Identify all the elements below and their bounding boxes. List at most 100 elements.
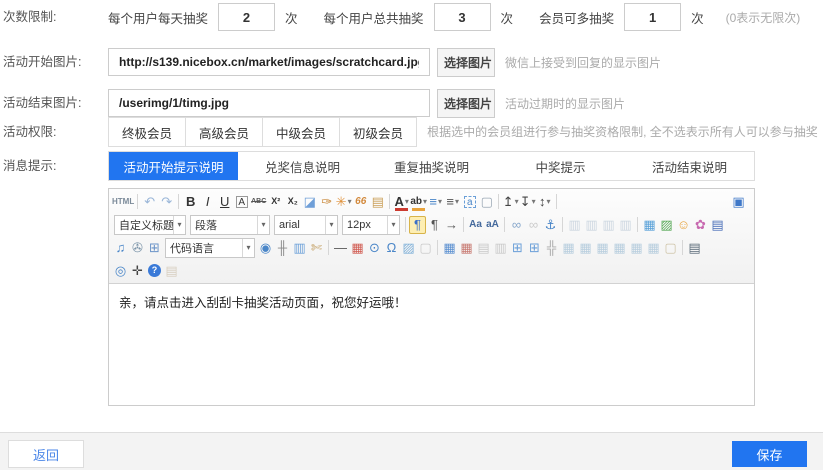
- member-option-1[interactable]: 终极会员: [108, 117, 186, 147]
- image-upload-icon[interactable]: ▦: [641, 216, 658, 234]
- unlink-icon[interactable]: ∞: [525, 216, 542, 234]
- auto-typeset-icon[interactable]: ✳▾: [335, 193, 352, 211]
- back-button[interactable]: 返回: [8, 440, 84, 468]
- help-icon[interactable]: ?: [146, 262, 163, 280]
- member-option-2[interactable]: 高级会员: [185, 117, 263, 147]
- text-anchor-icon[interactable]: ⚓: [542, 216, 559, 234]
- image-align-left-icon[interactable]: ▥: [566, 216, 583, 234]
- unordered-list-icon[interactable]: ≡▾: [444, 193, 461, 211]
- delete-col-icon[interactable]: ▦: [611, 239, 628, 257]
- font-color-icon[interactable]: A▾: [393, 193, 410, 211]
- font-family-select[interactable]: arial▾: [274, 215, 338, 235]
- paste-icon[interactable]: ▤: [163, 262, 180, 280]
- blockquote-icon[interactable]: 66: [352, 193, 369, 211]
- strikethrough-icon[interactable]: ABC: [250, 193, 267, 211]
- search-replace-icon[interactable]: ✛: [129, 262, 146, 280]
- map-icon[interactable]: ◉: [257, 239, 274, 257]
- paragraph-spacing-bottom-icon[interactable]: ↧▾: [519, 193, 536, 211]
- end-image-input[interactable]: [108, 89, 430, 117]
- insert-image-icon[interactable]: ▨: [658, 216, 675, 234]
- paragraph-spacing-top-icon[interactable]: ↥▾: [502, 193, 519, 211]
- image-align-center-icon[interactable]: ▥: [583, 216, 600, 234]
- delete-row-icon[interactable]: ▦: [594, 239, 611, 257]
- editor-content-area[interactable]: 亲，请点击进入刮刮卡抽奖活动页面，祝您好运哦！: [109, 284, 754, 405]
- page-break-icon[interactable]: ╫: [274, 239, 291, 257]
- start-image-pick-button[interactable]: 选择图片: [437, 48, 495, 77]
- message-tab-4[interactable]: 中奖提示: [496, 152, 625, 180]
- comment-icon[interactable]: ▢: [417, 239, 434, 257]
- paragraph-select[interactable]: 段落▾: [190, 215, 270, 235]
- font-size-select[interactable]: 12px▾: [342, 215, 400, 235]
- underline-icon[interactable]: U: [216, 193, 233, 211]
- member-extra-input[interactable]: [624, 3, 681, 31]
- split-cell-icon[interactable]: ╬: [543, 239, 560, 257]
- paste-word-icon[interactable]: ▤: [369, 193, 386, 211]
- member-option-4[interactable]: 初级会员: [339, 117, 417, 147]
- date-icon[interactable]: ▦: [349, 239, 366, 257]
- subscript-icon[interactable]: X₂: [284, 193, 301, 211]
- preview-icon[interactable]: ◎: [112, 262, 129, 280]
- clear-doc-icon[interactable]: ▢: [478, 193, 495, 211]
- to-uppercase-icon[interactable]: Aa: [467, 216, 484, 234]
- superscript-icon[interactable]: X²: [267, 193, 284, 211]
- message-tab-1[interactable]: 活动开始提示说明: [109, 152, 238, 180]
- fullscreen-icon[interactable]: ▣: [730, 193, 747, 211]
- format-painter-icon[interactable]: ✑: [318, 193, 335, 211]
- insert-frame-icon[interactable]: ⊞: [146, 239, 163, 257]
- merge-right-icon[interactable]: ▦: [560, 239, 577, 257]
- insert-table-icon[interactable]: ▦: [441, 239, 458, 257]
- code-language-select[interactable]: 代码语言▾: [165, 238, 255, 258]
- custom-title-select[interactable]: 自定义标题▾: [114, 215, 186, 235]
- line-height-icon[interactable]: ↕▾: [536, 193, 553, 211]
- word-image-icon[interactable]: ▨: [400, 239, 417, 257]
- message-tab-5[interactable]: 活动结束说明: [625, 152, 754, 180]
- undo-icon[interactable]: ↶: [141, 193, 158, 211]
- message-tab-3[interactable]: 重复抽奖说明: [367, 152, 496, 180]
- merge-cells-icon[interactable]: ▥: [492, 239, 509, 257]
- delete-table-icon[interactable]: ▦: [458, 239, 475, 257]
- image-align-none-icon[interactable]: ▥: [617, 216, 634, 234]
- screenshot-icon[interactable]: ✄: [308, 239, 325, 257]
- remove-format-icon[interactable]: ◪: [301, 193, 318, 211]
- redo-icon[interactable]: ↷: [158, 193, 175, 211]
- italic-icon[interactable]: I: [199, 193, 216, 211]
- split-col-icon[interactable]: ▦: [645, 239, 662, 257]
- emotion-icon[interactable]: ☺: [675, 216, 692, 234]
- split-row-icon[interactable]: ▦: [628, 239, 645, 257]
- horizontal-rule-icon[interactable]: —: [332, 239, 349, 257]
- to-lowercase-icon[interactable]: aA: [484, 216, 501, 234]
- link-icon[interactable]: ∞: [508, 216, 525, 234]
- table-title-icon[interactable]: ▤: [475, 239, 492, 257]
- scrawl-icon[interactable]: ✿: [692, 216, 709, 234]
- music-icon[interactable]: ♫: [112, 239, 129, 257]
- time-icon[interactable]: ⊙: [366, 239, 383, 257]
- merge-down-icon[interactable]: ▦: [577, 239, 594, 257]
- ordered-list-icon[interactable]: ≡▾: [427, 193, 444, 211]
- toolbar-row-1: HTML↶↷BIUAABCX²X₂◪✑✳▾66▤A▾ab▾≡▾≡▾a▢↥▾↧▾↕…: [109, 190, 754, 213]
- template-icon[interactable]: ▢: [662, 239, 679, 257]
- rtl-paragraph-icon[interactable]: ¶: [426, 216, 443, 234]
- highlight-color-icon[interactable]: ab▾: [410, 193, 427, 211]
- per-day-input[interactable]: [218, 3, 275, 31]
- video-icon[interactable]: ▤: [709, 216, 726, 234]
- member-option-3[interactable]: 中级会员: [262, 117, 340, 147]
- columns-icon[interactable]: ▥: [291, 239, 308, 257]
- message-tab-2[interactable]: 兑奖信息说明: [238, 152, 367, 180]
- insert-row-icon[interactable]: ⊞: [509, 239, 526, 257]
- anchor-icon[interactable]: a: [461, 193, 478, 211]
- attachment-icon[interactable]: ✇: [129, 239, 146, 257]
- end-image-pick-button[interactable]: 选择图片: [437, 89, 495, 118]
- ltr-paragraph-icon[interactable]: ¶: [409, 216, 426, 234]
- total-input[interactable]: [434, 3, 491, 31]
- html-source-icon[interactable]: HTML: [112, 193, 134, 211]
- print-icon[interactable]: ▤: [686, 239, 703, 257]
- limit-hint: (0表示无限次): [726, 9, 801, 26]
- bold-icon[interactable]: B: [182, 193, 199, 211]
- indent-icon[interactable]: →: [443, 216, 460, 234]
- start-image-input[interactable]: [108, 48, 430, 76]
- insert-col-icon[interactable]: ⊞: [526, 239, 543, 257]
- special-chars-icon[interactable]: Ω: [383, 239, 400, 257]
- save-button[interactable]: 保存: [732, 441, 807, 467]
- font-border-icon[interactable]: A: [233, 193, 250, 211]
- image-align-right-icon[interactable]: ▥: [600, 216, 617, 234]
